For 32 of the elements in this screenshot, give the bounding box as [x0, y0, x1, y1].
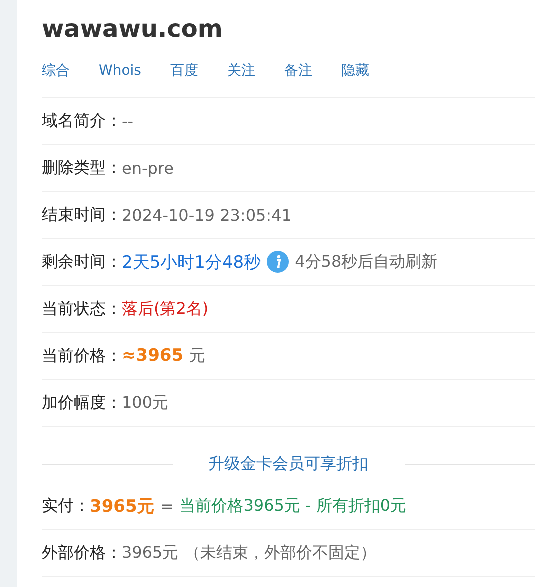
tab-link[interactable]: 百度	[170, 62, 198, 80]
field-label: 实付：	[42, 496, 90, 516]
upgrade-link[interactable]: 升级金卡会员可享折扣	[172, 454, 404, 474]
domain-title: wawawu.com	[42, 14, 224, 45]
tab-link[interactable]: 关注	[227, 62, 256, 80]
field-label: 当前价格：	[42, 346, 122, 366]
field-value: en-pre	[122, 158, 174, 178]
field-value: 元	[190, 346, 206, 366]
tab-link[interactable]: 备注	[284, 62, 312, 80]
tab-link[interactable]: 综合	[42, 62, 70, 80]
tab-link[interactable]: 隐藏	[341, 62, 370, 80]
field-value: 4分58秒后自动刷新	[295, 252, 438, 272]
field-value: 3965元	[122, 542, 179, 564]
field-label: 结束时间：	[42, 204, 122, 226]
status-value: 落后(第2名)	[122, 298, 209, 320]
formula-text: 当前价格3965元 - 所有折扣0元	[180, 496, 407, 516]
price-value: 3965元	[90, 496, 154, 518]
info-icon[interactable]	[267, 251, 290, 273]
field-label: 删除类型：	[42, 158, 122, 178]
field-label: 外部价格：	[42, 542, 122, 564]
field-value: 2024-10-19 23:05:41	[122, 206, 292, 224]
field-value: 100元	[122, 392, 169, 414]
price-value: ≈3965	[122, 346, 184, 366]
field-label: 域名简介：	[42, 110, 122, 132]
tab-link[interactable]: Whois	[99, 63, 142, 79]
field-label: 加价幅度：	[42, 392, 122, 414]
field-label: 剩余时间：	[42, 252, 122, 272]
countdown-value: 2天5小时1分48秒	[122, 252, 262, 274]
field-label: 当前状态：	[42, 298, 122, 320]
field-value: =	[160, 496, 174, 516]
field-value: --	[122, 112, 134, 130]
field-value: （未结束，外部价不固定）	[184, 542, 377, 564]
